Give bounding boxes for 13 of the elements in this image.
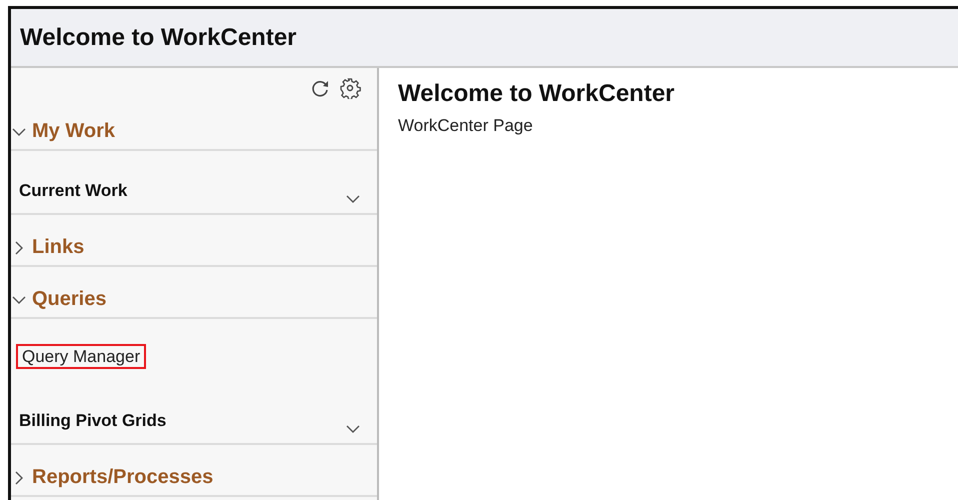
section-heading[interactable]: My Work — [32, 120, 115, 143]
chevron-down-icon[interactable] — [345, 193, 361, 205]
query-link[interactable]: Query Manager — [16, 344, 146, 369]
settings-icon[interactable] — [339, 77, 361, 99]
section-heading[interactable]: Links — [32, 236, 84, 259]
group-label: Current Work — [19, 181, 128, 200]
section-heading[interactable]: Queries — [32, 288, 106, 311]
window-title: Welcome to WorkCenter — [20, 24, 297, 52]
page-heading: Welcome to WorkCenter — [398, 80, 676, 108]
group-label: Billing Pivot Grids — [19, 411, 166, 430]
chevron-down-icon[interactable] — [345, 423, 361, 435]
page-subtitle: WorkCenter Page — [398, 116, 534, 136]
section-heading[interactable]: Reports/Processes — [32, 466, 214, 489]
